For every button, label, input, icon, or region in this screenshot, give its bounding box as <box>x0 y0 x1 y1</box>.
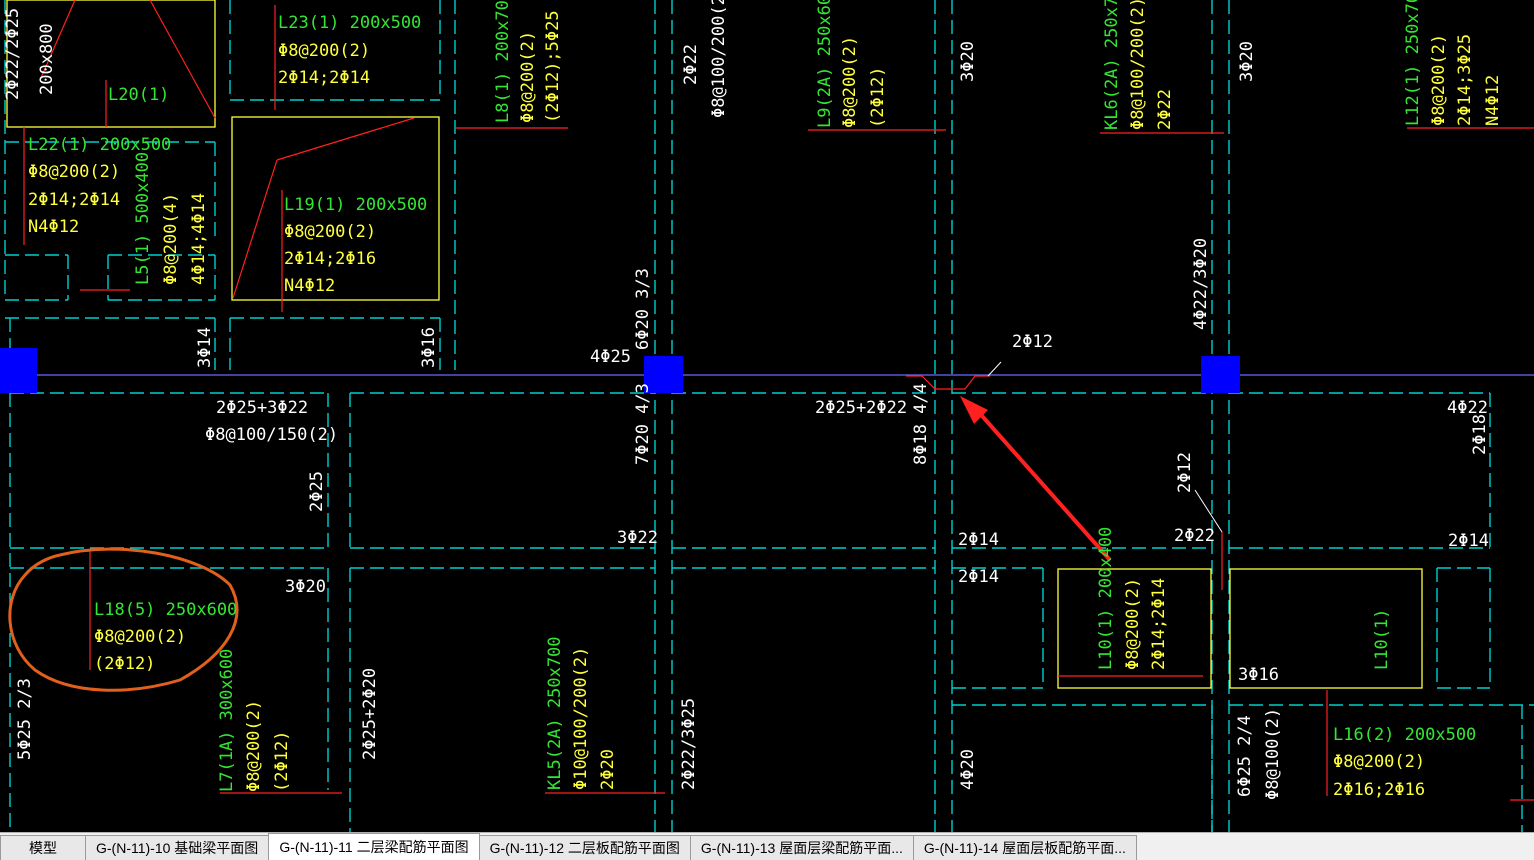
rebar-annotation: 2Φ25+3Φ22 <box>216 398 308 418</box>
rebar-annotation: (2Φ12) <box>868 67 888 128</box>
rebar-annotation: N4Φ12 <box>28 217 79 237</box>
rebar-annotation: (2Φ12) <box>94 654 155 674</box>
rebar-annotation: N4Φ12 <box>284 276 335 296</box>
rebar-annotation: L7(1A) 300x600 <box>217 649 237 792</box>
rebar-annotation: Φ8@100/150(2) <box>205 425 338 445</box>
rebar-annotation: 2Φ25+2Φ20 <box>360 668 380 760</box>
tab-second-floor-beam-plan[interactable]: G-(N-11)-11 二层梁配筋平面图 <box>268 833 480 860</box>
rebar-annotation: 2Φ14;2Φ14 <box>1149 578 1169 670</box>
rebar-annotation: Φ8@200(2) <box>840 36 860 128</box>
rebar-annotation: Φ8@200(4) <box>161 193 181 285</box>
rebar-annotation: N4Φ12 <box>1483 75 1503 126</box>
rebar-annotation: 2Φ14;2Φ14 <box>28 190 120 210</box>
rebar-annotation: 2Φ14 <box>958 530 999 550</box>
rebar-annotation: 2Φ14;2Φ14 <box>278 68 370 88</box>
rebar-annotation: L16(2) 200x500 <box>1333 725 1476 745</box>
rebar-annotation: Φ8@200(2) <box>244 700 264 792</box>
tab-foundation-beam-plan[interactable]: G-(N-11)-10 基础梁平面图 <box>85 835 270 860</box>
tab-roof-beam-plan[interactable]: G-(N-11)-13 屋面层梁配筋平面... <box>689 835 914 860</box>
rebar-annotation: (2Φ12) <box>272 731 292 792</box>
rebar-annotation: L12(1) 250x700 <box>1403 0 1423 126</box>
rebar-annotation: 2Φ14 <box>958 567 999 587</box>
rebar-annotation: KL6(2A) 250x700 <box>1102 0 1122 130</box>
rebar-annotation: 3Φ20 <box>1237 41 1257 82</box>
rebar-annotation: L5(1) 500x400 <box>133 152 153 285</box>
rebar-annotation: Φ8@200(2) <box>94 627 186 647</box>
rebar-annotation: 2Φ22 <box>681 44 701 85</box>
rebar-annotation: 2Φ25 <box>307 471 327 512</box>
rebar-annotation: L10(1) <box>1372 609 1392 670</box>
rebar-annotation: 2Φ12 <box>1012 332 1053 352</box>
rebar-annotation: 2Φ12 <box>1175 452 1195 493</box>
rebar-annotation: Φ8@200(2) <box>518 31 538 123</box>
tab-second-floor-slab-plan[interactable]: G-(N-11)-12 二层板配筋平面图 <box>478 835 691 860</box>
rebar-annotation: 4Φ25 <box>590 347 631 367</box>
layout-tab-bar: 模型 G-(N-11)-10 基础梁平面图 G-(N-11)-11 二层梁配筋平… <box>0 832 1534 860</box>
rebar-annotation: (2Φ12);5Φ25 2/3 <box>543 0 563 123</box>
rebar-annotation: L23(1) 200x500 <box>278 13 421 33</box>
rebar-annotation: Φ8@100(2) <box>1263 708 1283 800</box>
rebar-annotation: L18(5) 250x600 <box>94 600 237 620</box>
rebar-annotation: Φ8@100/200(2) <box>709 0 729 118</box>
rebar-annotation: 3Φ14 <box>195 327 215 368</box>
rebar-annotation: 6Φ20 3/3 <box>633 268 653 350</box>
tab-roof-slab-plan[interactable]: G-(N-11)-14 屋面层板配筋平面... <box>912 835 1137 860</box>
rebar-annotation: Φ8@200(2) <box>1333 752 1425 772</box>
rebar-annotation: Φ10@100/200(2) <box>571 647 591 790</box>
rebar-annotation: 2Φ16;2Φ16 <box>1333 780 1425 800</box>
rebar-annotation: 3Φ16 <box>419 327 439 368</box>
rebar-annotation: Φ8@200(2) <box>1429 34 1449 126</box>
rebar-annotation: 3Φ22 <box>617 528 658 548</box>
tab-model[interactable]: 模型 <box>0 835 86 860</box>
rebar-annotation: L8(1) 200x700 <box>493 0 513 123</box>
rebar-annotation: 2Φ20 <box>598 749 618 790</box>
rebar-annotation: 3Φ16 <box>1238 665 1279 685</box>
rebar-annotation: 6Φ25 2/4 <box>1235 715 1255 797</box>
rebar-annotation: 7Φ20 4/3 <box>633 383 653 465</box>
rebar-annotation: L20(1) <box>108 85 169 105</box>
rebar-annotation: Φ8@200(2) <box>28 162 120 182</box>
rebar-annotation: L19(1) 200x500 <box>284 195 427 215</box>
rebar-annotation: 2Φ18 <box>1470 414 1490 455</box>
rebar-annotation: 3Φ20 <box>958 41 978 82</box>
rebar-annotation: 2Φ25+2Φ22 <box>815 398 907 418</box>
rebar-annotation: 4Φ20 <box>958 749 978 790</box>
rebar-annotation: 3Φ20 <box>285 577 326 597</box>
rebar-annotation: 2Φ14;3Φ25 <box>1455 34 1475 126</box>
rebar-annotation: 2Φ22/2Φ25 <box>3 8 23 100</box>
rebar-annotation: 5Φ25 2/3 <box>15 678 35 760</box>
cad-drawing-canvas[interactable]: 2Φ22/2Φ25 200x800 L20(1) L23(1) 200x500 Φ8@2… <box>0 0 1534 832</box>
rebar-annotation: 8Φ18 4/4 <box>911 383 931 465</box>
rebar-annotation: 2Φ22 <box>1155 89 1175 130</box>
rebar-annotation: 4Φ22/3Φ20 <box>1191 238 1211 330</box>
rebar-annotation: 2Φ14;2Φ16 <box>284 249 376 269</box>
rebar-annotation: L10(1) 200x400 <box>1096 527 1116 670</box>
rebar-annotation: Φ8@200(2) <box>1123 578 1143 670</box>
rebar-annotation: 4Φ14;4Φ14 <box>189 193 209 285</box>
rebar-annotation: Φ8@100/200(2) <box>1128 0 1148 130</box>
rebar-annotation: 200x800 <box>37 23 57 95</box>
rebar-annotation: 2Φ14 <box>1448 531 1489 551</box>
rebar-annotation: Φ8@200(2) <box>278 41 370 61</box>
rebar-annotation: Φ8@200(2) <box>284 222 376 242</box>
cad-drawing: 2Φ22/2Φ25 200x800 L20(1) L23(1) 200x500 Φ8@2… <box>0 0 1534 832</box>
rebar-annotation: L9(2A) 250x600 <box>815 0 835 128</box>
rebar-annotation: 2Φ22/3Φ25 <box>679 698 699 790</box>
rebar-annotation: KL5(2A) 250x700 <box>545 636 565 790</box>
rebar-annotation: 2Φ22 <box>1174 526 1215 546</box>
